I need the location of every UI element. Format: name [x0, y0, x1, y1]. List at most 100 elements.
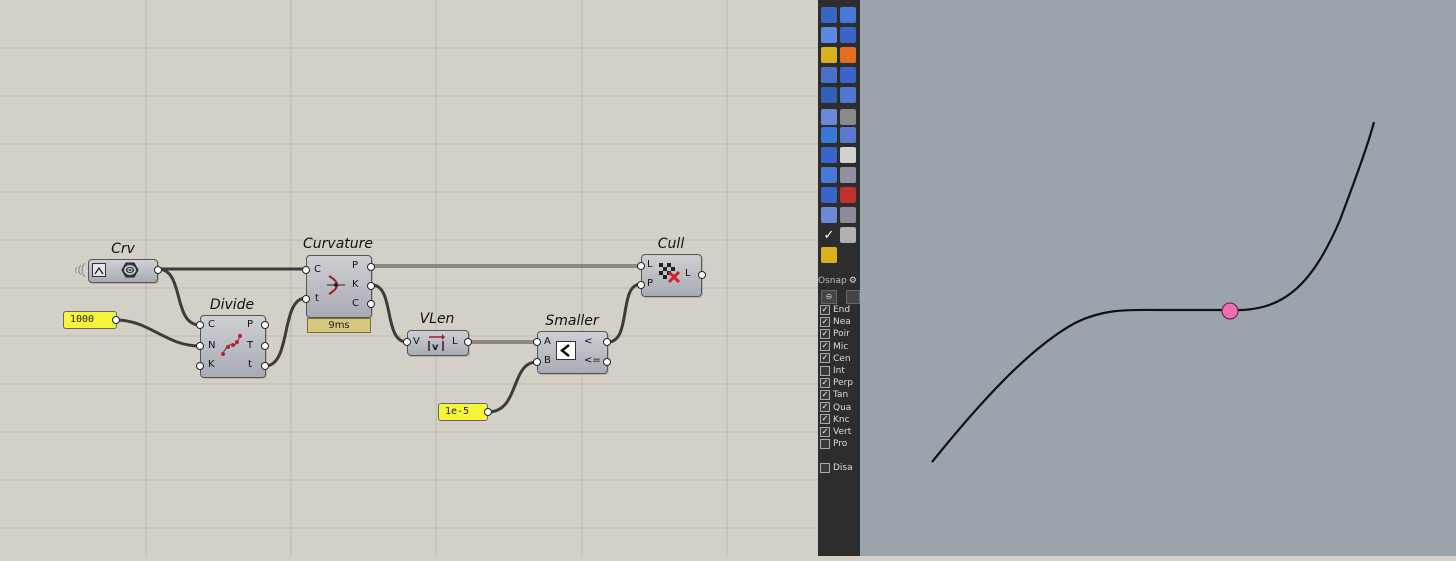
output-grip[interactable]: [367, 263, 375, 271]
box-tool-icon[interactable]: [821, 7, 837, 23]
curve-param-icon: [121, 262, 139, 278]
checkbox[interactable]: ✓: [820, 353, 830, 364]
output-grip[interactable]: [261, 321, 269, 329]
shade-icon[interactable]: [840, 227, 856, 243]
osnap-item-label: Tan: [833, 390, 849, 401]
input-grip[interactable]: [196, 342, 204, 350]
check-icon[interactable]: ✓: [821, 227, 837, 243]
osnap-item[interactable]: ✓ Cen: [820, 353, 860, 365]
input-grip[interactable]: [302, 295, 310, 303]
align-icon[interactable]: [840, 187, 856, 203]
osnap-item[interactable]: ✓ End: [820, 304, 860, 316]
osnap-item[interactable]: ✓ Perp: [820, 377, 860, 389]
checkbox[interactable]: ✓: [820, 426, 830, 437]
checkbox[interactable]: ✓: [820, 402, 830, 413]
output-grip[interactable]: [698, 271, 706, 279]
osnap-filter-icon[interactable]: [846, 290, 860, 304]
paint-icon[interactable]: [821, 247, 837, 263]
input-grip[interactable]: [637, 281, 645, 289]
grid-icon[interactable]: [821, 187, 837, 203]
gear-icon[interactable]: ⚙: [849, 276, 857, 286]
divide-input-k: K: [208, 359, 215, 370]
panel-tolerance-grip[interactable]: [484, 408, 492, 416]
wire-1000-divide: [114, 318, 202, 348]
divide-output-t: T: [247, 340, 254, 351]
arc-icon[interactable]: [840, 109, 856, 125]
checkbox[interactable]: ✓: [820, 377, 830, 388]
output-grip[interactable]: [603, 358, 611, 366]
input-grip[interactable]: [533, 358, 541, 366]
scale-icon[interactable]: [840, 127, 856, 143]
checkbox[interactable]: [820, 438, 830, 449]
checkbox[interactable]: ✓: [820, 389, 830, 400]
osnap-project-icon[interactable]: ⊖: [821, 290, 837, 304]
cull-input-p: P: [647, 278, 654, 289]
checkbox[interactable]: ✓: [820, 328, 830, 339]
rhino-viewport[interactable]: [860, 0, 1456, 556]
dimension-icon[interactable]: [821, 67, 837, 83]
mirror-icon[interactable]: [821, 207, 837, 223]
input-grip[interactable]: [637, 262, 645, 270]
panel-tolerance[interactable]: 1e-5: [438, 403, 488, 421]
osnap-item[interactable]: Pro: [820, 438, 860, 450]
panel-count[interactable]: 1000: [63, 311, 117, 329]
fillet-icon[interactable]: [821, 109, 837, 125]
wire-divide-curvature: [263, 296, 308, 368]
osnap-item[interactable]: ✓ Poir: [820, 328, 860, 340]
output-grip[interactable]: [154, 266, 162, 274]
osnap-item[interactable]: ✓ Qua: [820, 402, 860, 414]
checkbox[interactable]: ✓: [820, 341, 830, 352]
output-grip[interactable]: [367, 300, 375, 308]
osnap-item[interactable]: Int: [820, 365, 860, 377]
transform-icon[interactable]: [840, 67, 856, 83]
flag-icon[interactable]: [840, 147, 856, 163]
input-grip[interactable]: [196, 362, 204, 370]
split-icon[interactable]: [840, 207, 856, 223]
checkbox[interactable]: ✓: [820, 414, 830, 425]
osnap-item[interactable]: ✓ Tan: [820, 389, 860, 401]
input-grip[interactable]: [533, 338, 541, 346]
osnap-disable[interactable]: Disa: [820, 462, 860, 474]
vector-length-icon: v: [428, 334, 445, 352]
panel-count-value: 1000: [70, 314, 95, 325]
divide-input-c: C: [208, 319, 215, 330]
checkbox[interactable]: [820, 365, 830, 376]
array-icon[interactable]: [821, 147, 837, 163]
text-icon[interactable]: [821, 127, 837, 143]
osnap-item-label: End: [833, 305, 851, 315]
solid-union-icon[interactable]: [840, 7, 856, 23]
surface-tool-icon[interactable]: [821, 27, 837, 43]
render-icon[interactable]: [840, 87, 856, 103]
bars-icon[interactable]: [840, 167, 856, 183]
osnap-item[interactable]: ✓ Vert: [820, 426, 860, 438]
output-grip[interactable]: [261, 342, 269, 350]
input-grip[interactable]: [302, 266, 310, 274]
output-grip[interactable]: [261, 362, 269, 370]
explode-icon[interactable]: [821, 47, 837, 63]
curvature-input-t: t: [315, 293, 319, 304]
grasshopper-canvas[interactable]: Crv 1000 Divide C N K P T t Curvature C …: [0, 0, 818, 556]
osnap-item[interactable]: ✓ Knc: [820, 414, 860, 426]
component-title: Smaller: [545, 313, 599, 329]
checkbox[interactable]: ✓: [820, 304, 830, 315]
analyze-icon[interactable]: [821, 87, 837, 103]
osnap-item[interactable]: ✓ Mic: [820, 341, 860, 353]
divide-curve-icon: [221, 334, 242, 356]
curvature-output-p: P: [352, 260, 359, 271]
checkbox[interactable]: ✓: [820, 316, 830, 327]
input-grip[interactable]: [196, 321, 204, 329]
loft-tool-icon[interactable]: [840, 27, 856, 43]
panel-count-grip[interactable]: [112, 316, 120, 324]
output-grip[interactable]: [464, 338, 472, 346]
output-grip[interactable]: [603, 338, 611, 346]
output-grip[interactable]: [367, 282, 375, 290]
param-toggle-icon[interactable]: [92, 263, 106, 277]
checkbox[interactable]: [820, 462, 830, 473]
osnap-item[interactable]: ✓ Nea: [820, 316, 860, 328]
input-grip[interactable]: [403, 338, 411, 346]
smaller-input-b: B: [544, 355, 551, 366]
component-title: Curvature: [303, 236, 373, 252]
boolean-icon[interactable]: [840, 47, 856, 63]
object-icon[interactable]: [821, 167, 837, 183]
osnap-item-label: Cen: [833, 353, 851, 364]
